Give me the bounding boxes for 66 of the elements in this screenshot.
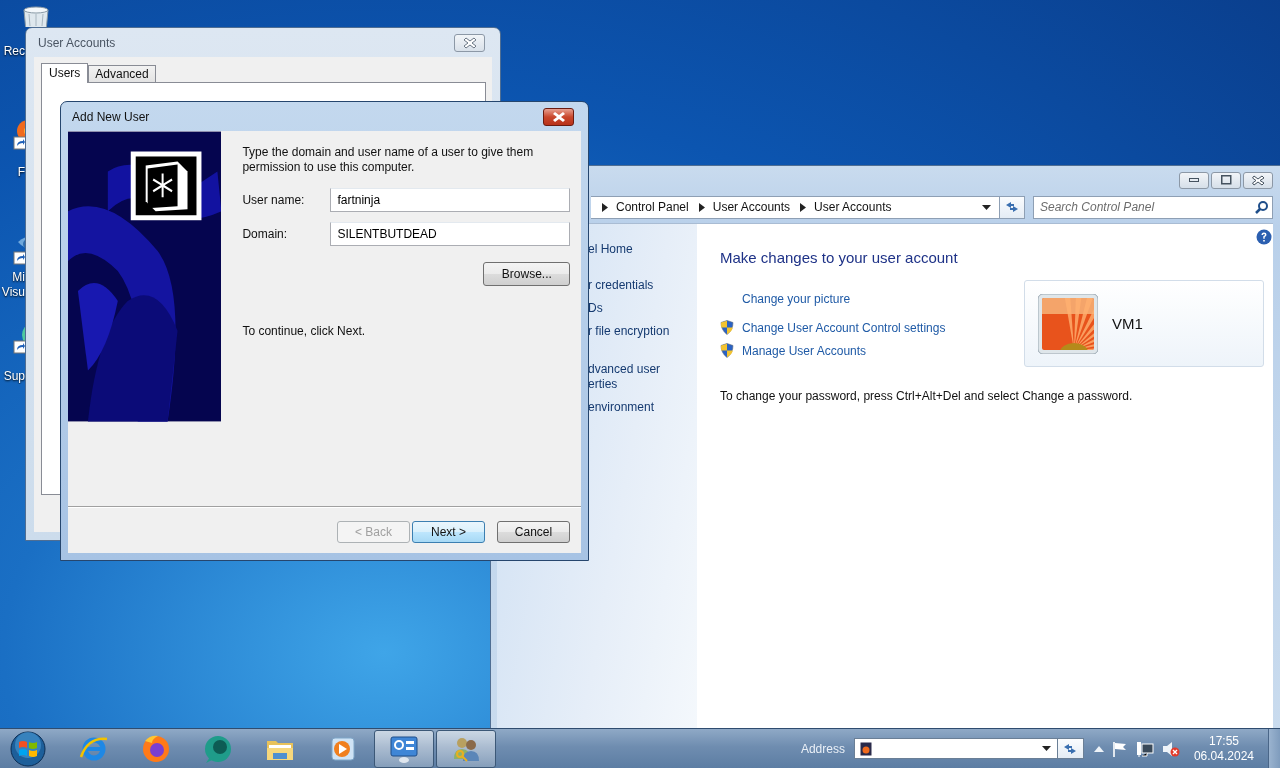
sidebar-link[interactable]: r file encryption: [588, 324, 697, 339]
dropdown-arrow-icon: [1041, 746, 1051, 751]
sidebar-link[interactable]: environment: [588, 400, 697, 415]
desktop-icon-label[interactable]: Rec: [0, 44, 25, 59]
help-icon[interactable]: [1256, 229, 1272, 245]
sidebar-link[interactable]: dvanced user erties: [588, 362, 697, 392]
clock-time: 17:55: [1208, 733, 1239, 749]
task-link[interactable]: Change your picture: [742, 291, 851, 306]
wizard-button[interactable]: Cancel: [497, 521, 570, 543]
input-field[interactable]: fartninja: [330, 188, 571, 212]
close-icon: [461, 35, 478, 50]
refresh-button[interactable]: [1000, 195, 1025, 219]
address-field[interactable]: [853, 738, 1058, 759]
close-button[interactable]: [1243, 171, 1273, 189]
flag-icon[interactable]: [1111, 740, 1128, 757]
address-bar[interactable]: Control Panel User Accounts User Accounts: [591, 195, 1000, 219]
minimize-button[interactable]: [1179, 171, 1209, 189]
search-icon: [1255, 200, 1268, 214]
tab[interactable]: Users: [41, 63, 89, 83]
taskbar-button[interactable]: [436, 729, 496, 768]
task-link[interactable]: Change User Account Control settings: [742, 320, 946, 335]
network-icon[interactable]: [1135, 740, 1154, 757]
desktop-icon-label[interactable]: Sup: [0, 369, 25, 384]
desktop-icon-label[interactable]: Mi Visu: [0, 270, 25, 300]
breadcrumb-link[interactable]: User Accounts: [712, 200, 791, 214]
minimize-icon: [1189, 178, 1199, 182]
clock[interactable]: 17:55 06.04.2024: [1193, 733, 1254, 764]
sidebar-link[interactable]: r credentials: [588, 278, 697, 293]
maximize-icon: [1220, 175, 1232, 185]
caret-up-icon[interactable]: [1093, 745, 1104, 752]
window-title: Add New User: [72, 109, 150, 124]
chevron-icon: [602, 202, 608, 212]
chevron-icon: [698, 202, 705, 212]
browse-button[interactable]: Browse...: [483, 262, 571, 286]
input-field[interactable]: SILENTBUTDEAD: [330, 222, 571, 246]
breadcrumb-link[interactable]: Control Panel: [616, 200, 689, 214]
instruction-text: Type the domain and user name of a user to give them permission to use this computer.: [242, 145, 535, 175]
page-icon: [859, 741, 872, 756]
sidebar-link[interactable]: Ds: [588, 301, 697, 316]
taskbar-button[interactable]: [374, 729, 434, 768]
refresh-icon: [1063, 742, 1078, 755]
sidebar-link[interactable]: el Home: [588, 242, 697, 257]
show-desktop-button[interactable]: [1268, 728, 1280, 768]
dropdown-arrow-icon[interactable]: [982, 204, 991, 210]
page-heading: Make changes to your user account: [720, 249, 959, 266]
account-name: VM1: [1112, 315, 1143, 332]
refresh-icon: [1005, 201, 1019, 213]
field-label: User name:: [242, 193, 306, 207]
desktop-icon-label[interactable]: F: [0, 165, 25, 180]
wizard-button[interactable]: Next >: [412, 521, 485, 543]
password-note: To change your password, press Ctrl+Alt+Del and select Change a password.: [720, 389, 1134, 403]
task-link[interactable]: Manage User Accounts: [742, 343, 867, 358]
search-field[interactable]: Search Control Panel: [1033, 195, 1273, 219]
close-button[interactable]: [543, 107, 574, 126]
breadcrumb-link[interactable]: User Accounts: [814, 200, 892, 214]
maximize-button[interactable]: [1211, 171, 1241, 189]
tab[interactable]: Advanced: [88, 65, 156, 82]
hint-text: To continue, click Next.: [242, 324, 367, 338]
clock-date: 06.04.2024: [1193, 748, 1254, 764]
chevron-icon: [800, 202, 807, 212]
field-label: Domain:: [242, 227, 289, 241]
muted-speaker-icon[interactable]: [1161, 740, 1180, 757]
close-icon: [1251, 174, 1265, 186]
go-button[interactable]: [1057, 738, 1084, 759]
window-title: User Accounts: [38, 35, 116, 50]
address-label: Address: [800, 741, 845, 756]
